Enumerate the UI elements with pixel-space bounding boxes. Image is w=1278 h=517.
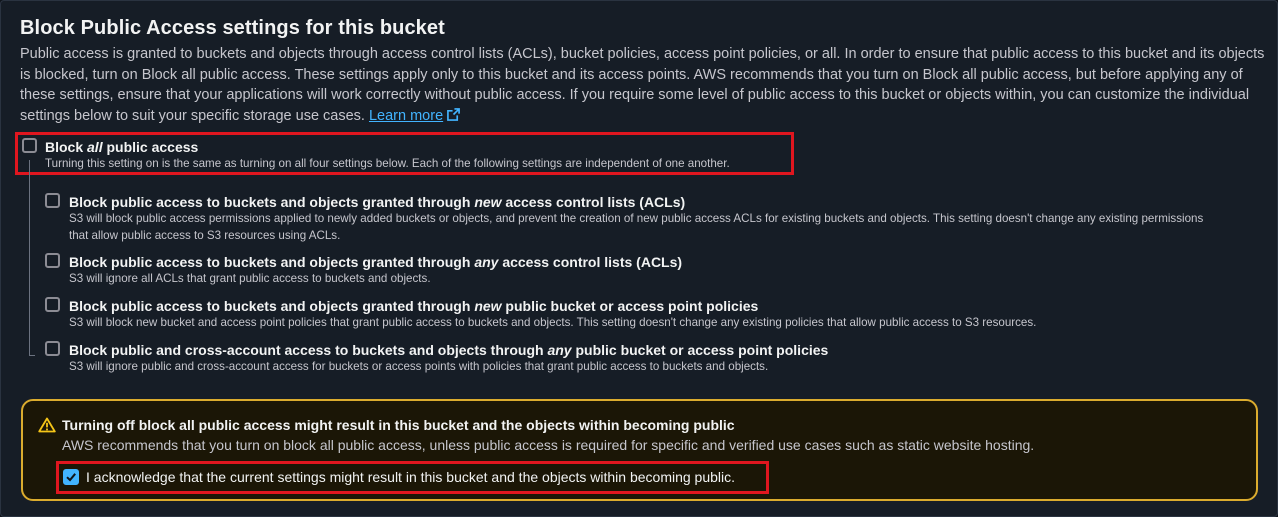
block-any-policies-description: S3 will ignore public and cross-account … (69, 360, 769, 373)
block-any-acls-description: S3 will ignore all ACLs that grant publi… (69, 272, 431, 285)
tree-line-end (29, 355, 35, 356)
block-any-policies-label[interactable]: Block public and cross-account access to… (69, 342, 828, 358)
block-new-acls-description: S3 will block public access permissions … (69, 212, 1204, 242)
external-link-icon (447, 107, 461, 121)
block-new-policies-checkbox[interactable] (45, 297, 60, 312)
warning-description: AWS recommends that you turn on block al… (62, 437, 1035, 453)
warning-triangle-icon (38, 417, 56, 433)
warning-title: Turning off block all public access migh… (62, 417, 735, 433)
learn-more-link[interactable]: Learn more (369, 108, 443, 124)
acknowledge-highlight (56, 461, 769, 494)
block-all-highlight (15, 132, 794, 175)
block-any-acls-label[interactable]: Block public access to buckets and objec… (69, 254, 682, 270)
section-title: Block Public Access settings for this bu… (20, 17, 445, 39)
block-new-acls-label[interactable]: Block public access to buckets and objec… (69, 194, 685, 210)
block-any-policies-checkbox[interactable] (45, 341, 60, 356)
section-description: Public access is granted to buckets and … (20, 44, 1265, 126)
section-description-text: Public access is granted to buckets and … (20, 46, 1265, 124)
block-new-policies-label[interactable]: Block public access to buckets and objec… (69, 298, 758, 314)
block-new-acls-checkbox[interactable] (45, 193, 60, 208)
block-new-policies-description: S3 will block new bucket and access poin… (69, 316, 1037, 329)
block-any-acls-checkbox[interactable] (45, 253, 60, 268)
tree-line (29, 160, 30, 356)
